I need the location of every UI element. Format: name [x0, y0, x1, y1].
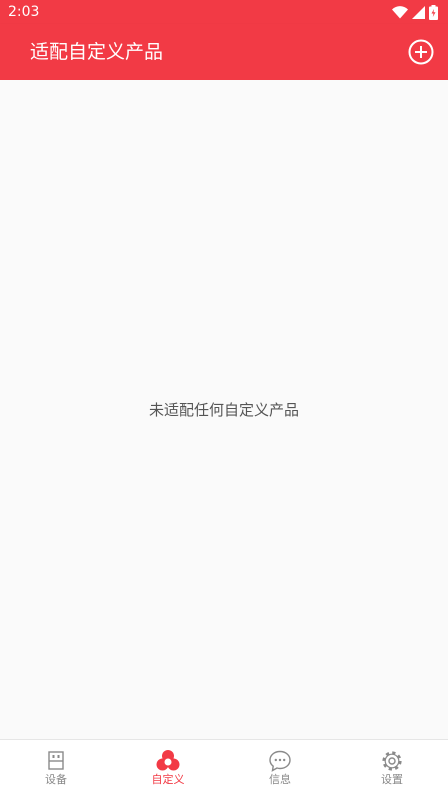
status-bar: 2:03 [0, 0, 448, 24]
settings-icon [382, 751, 402, 771]
nav-item-settings[interactable]: 设置 [336, 740, 448, 796]
nav-label-custom: 自定义 [151, 773, 185, 786]
custom-icon [156, 750, 180, 771]
status-time: 2:03 [8, 4, 40, 20]
page-title: 适配自定义产品 [30, 41, 164, 63]
nav-label-settings: 设置 [381, 773, 403, 786]
message-icon [269, 750, 291, 772]
nav-item-custom[interactable]: 自定义 [112, 740, 224, 796]
nav-label-device: 设备 [45, 773, 67, 786]
main-content: 未适配任何自定义产品 [0, 80, 448, 739]
bottom-nav: 设备 自定义 信息 设置 [0, 739, 448, 796]
battery-icon [429, 4, 438, 20]
device-icon [48, 751, 64, 770]
nav-item-device[interactable]: 设备 [0, 740, 112, 796]
signal-icon [412, 5, 425, 19]
status-icons [392, 4, 438, 20]
add-circle-icon [408, 39, 434, 65]
wifi-icon [392, 6, 408, 19]
app-bar: 适配自定义产品 [0, 24, 448, 80]
empty-state-message: 未适配任何自定义产品 [148, 401, 299, 419]
nav-label-message: 信息 [269, 773, 291, 786]
add-product-button[interactable] [408, 39, 434, 65]
nav-item-message[interactable]: 信息 [224, 740, 336, 796]
